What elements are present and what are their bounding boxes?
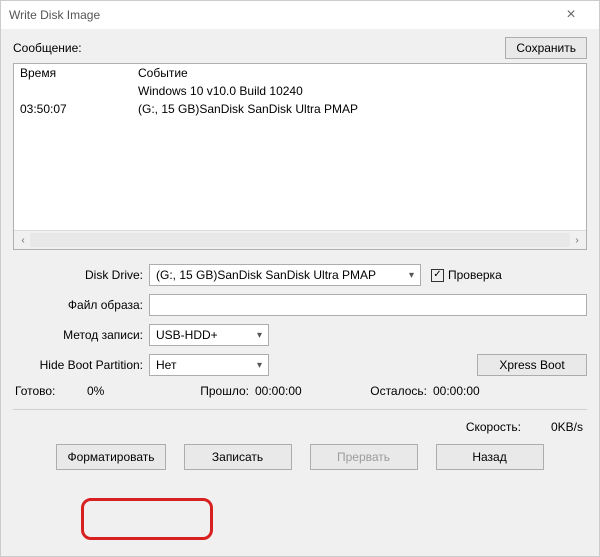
abort-button: Прервать [310,444,418,470]
separator [13,408,587,410]
message-label: Сообщение: [13,41,505,55]
horizontal-scrollbar[interactable]: ‹ › [14,230,586,249]
remain-value: 00:00:00 [433,384,480,398]
image-file-label: Файл образа: [13,298,149,312]
format-button[interactable]: Форматировать [56,444,165,470]
chevron-down-icon: ▾ [409,270,414,281]
log-event: (G:, 15 GB)SanDisk SanDisk Ultra PMAP [138,100,358,118]
chevron-left-icon[interactable]: ‹ [16,233,30,247]
hide-boot-combo[interactable]: Нет ▾ [149,354,269,376]
elapsed-value: 00:00:00 [255,384,345,398]
save-button[interactable]: Сохранить [505,37,587,59]
log-time [20,82,138,100]
client-area: Сообщение: Сохранить Время Событие Windo… [1,29,599,482]
disk-drive-label: Disk Drive: [13,268,149,282]
image-file-input[interactable] [149,294,587,316]
annotation-highlight [81,498,213,540]
speed-label: Скорость: [466,420,521,434]
log-box: Время Событие Windows 10 v10.0 Build 102… [13,63,587,250]
ready-label: Готово: [15,384,87,398]
window-title: Write Disk Image [9,8,551,22]
close-icon[interactable]: × [551,1,591,29]
log-row: Windows 10 v10.0 Build 10240 [20,82,580,100]
back-button[interactable]: Назад [436,444,544,470]
disk-drive-value: (G:, 15 GB)SanDisk SanDisk Ultra PMAP [156,268,376,282]
log-row: 03:50:07 (G:, 15 GB)SanDisk SanDisk Ultr… [20,100,580,118]
log-col-time: Время [20,66,138,80]
hide-boot-label: Hide Boot Partition: [13,358,149,372]
log-body: Windows 10 v10.0 Build 10240 03:50:07 (G… [14,82,586,230]
titlebar: Write Disk Image × [1,1,599,29]
hide-boot-value: Нет [156,358,176,372]
ready-value: 0% [87,384,177,398]
disk-drive-combo[interactable]: (G:, 15 GB)SanDisk SanDisk Ultra PMAP ▾ [149,264,421,286]
chevron-down-icon: ▾ [257,360,262,371]
elapsed-label: Прошло: [177,384,255,398]
log-event: Windows 10 v10.0 Build 10240 [138,82,303,100]
log-time: 03:50:07 [20,100,138,118]
chevron-right-icon[interactable]: › [570,233,584,247]
log-col-event: Событие [138,66,188,80]
write-method-value: USB-HDD+ [156,328,218,342]
write-method-combo[interactable]: USB-HDD+ ▾ [149,324,269,346]
write-button[interactable]: Записать [184,444,292,470]
remain-label: Осталось: [345,384,433,398]
scrollbar-track[interactable] [30,233,570,247]
verify-label: Проверка [448,268,502,282]
verify-checkbox[interactable]: ✓ Проверка [431,268,502,282]
write-method-label: Метод записи: [13,328,149,342]
window: Write Disk Image × Сообщение: Сохранить … [0,0,600,557]
xpress-boot-button[interactable]: Xpress Boot [477,354,587,376]
speed-value: 0KB/s [551,420,583,434]
chevron-down-icon: ▾ [257,330,262,341]
check-icon: ✓ [431,269,444,282]
